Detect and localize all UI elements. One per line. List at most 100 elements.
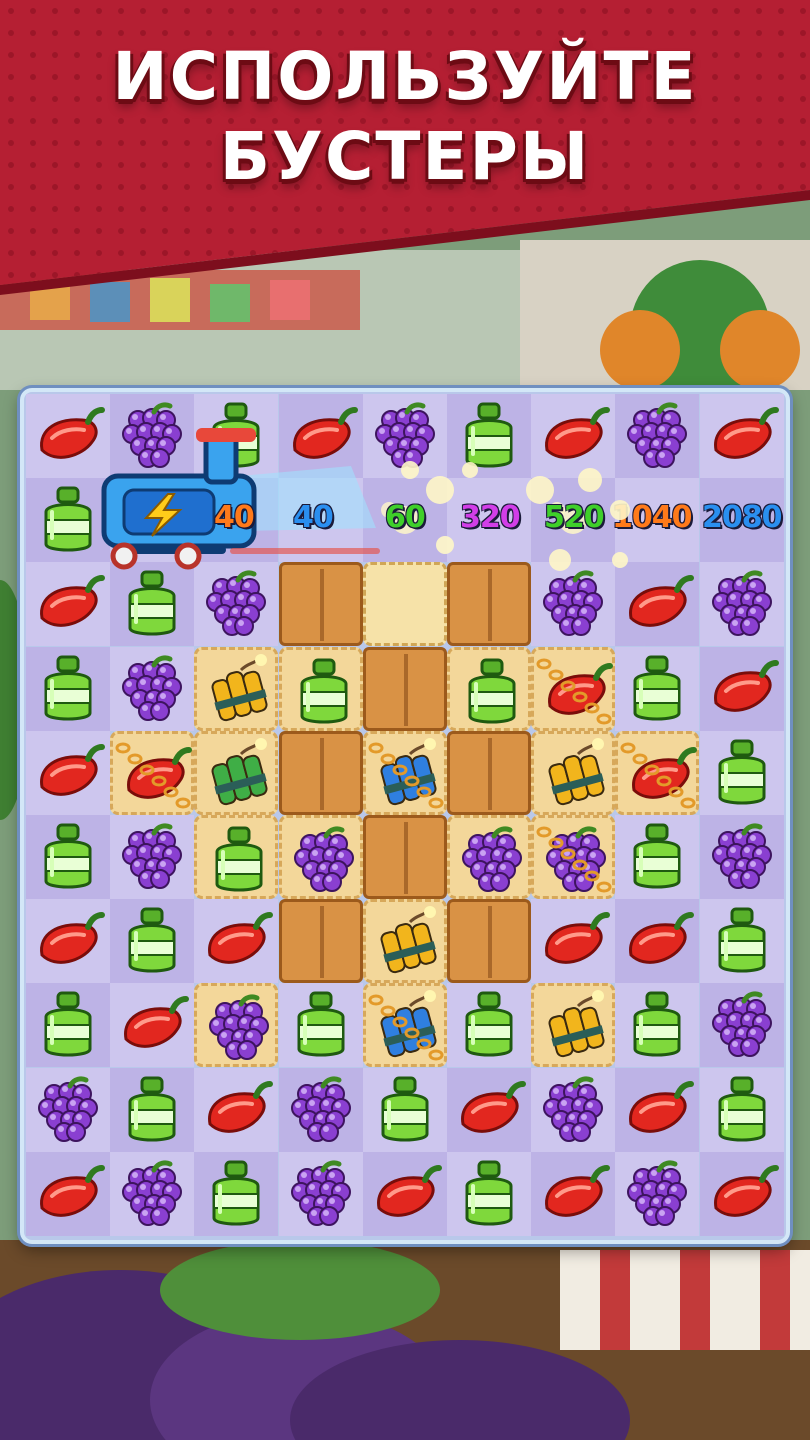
crate-piece-icon: [370, 654, 446, 730]
board-cell-dark[interactable]: [26, 815, 110, 899]
board-cell-light[interactable]: [26, 730, 110, 815]
bottle-piece-icon: [300, 658, 348, 724]
board-cell-dark[interactable]: [110, 899, 195, 984]
pepper-piece-icon: [376, 1164, 442, 1217]
bottle-piece-icon: [465, 1160, 513, 1226]
board-cell-crate[interactable]: [447, 730, 531, 815]
board-cell-light[interactable]: [615, 646, 700, 731]
grapes-piece-icon: [627, 402, 688, 468]
pepper-piece-icon: [713, 659, 779, 712]
oats-piece-icon: [370, 569, 446, 645]
board-cell-dark[interactable]: [615, 394, 700, 478]
board-cell-dark[interactable]: [699, 646, 784, 731]
board-cell-cracker[interactable]: [194, 646, 279, 731]
board-cell-light[interactable]: [278, 983, 363, 1068]
board-cell-cracker[interactable]: [531, 815, 616, 899]
board-cell-cracker[interactable]: [362, 730, 447, 815]
board-cell-light[interactable]: [278, 1151, 363, 1236]
board-cell-light[interactable]: [531, 899, 616, 984]
bottle-piece-icon: [44, 486, 92, 552]
board-cell-dark[interactable]: [278, 1067, 363, 1152]
board-cell-dark[interactable]: [531, 1151, 616, 1236]
board-cell-dark[interactable]: [447, 1067, 531, 1152]
board-cell-crate[interactable]: [278, 730, 363, 815]
board-cell-light[interactable]: [531, 394, 616, 478]
board-cell-cracker[interactable]: [110, 730, 195, 815]
grapes-piece-icon: [293, 826, 354, 892]
board-cell-crate[interactable]: [362, 815, 447, 899]
score-popup: 520: [544, 500, 605, 535]
board-cell-cracker[interactable]: [531, 646, 616, 731]
board-cell-cracker[interactable]: [615, 730, 700, 815]
board-cell-cracker[interactable]: [531, 983, 616, 1068]
board-cell-cracker[interactable]: [194, 815, 279, 899]
board-cell-light[interactable]: [699, 394, 784, 478]
board-cell-light[interactable]: [699, 899, 784, 984]
pepper-piece-icon: [545, 407, 611, 459]
board-cell-dark[interactable]: [26, 983, 110, 1068]
board-cell-dark[interactable]: [26, 646, 110, 731]
board-cell-light[interactable]: [447, 983, 531, 1068]
board-cell-dark[interactable]: [110, 1067, 195, 1152]
bottle-piece-icon: [215, 826, 263, 892]
board-cell-light[interactable]: [110, 983, 195, 1068]
board-cell-dark[interactable]: [615, 1067, 700, 1152]
board-cell-cracker[interactable]: [447, 815, 531, 899]
pepper-piece-icon: [40, 743, 105, 796]
board-cell-cracker[interactable]: [194, 983, 279, 1068]
board-cell-light[interactable]: [615, 983, 700, 1068]
shopping-cart-booster-icon: [101, 428, 380, 570]
board-cell-light[interactable]: [699, 730, 784, 815]
board-cell-crate[interactable]: [362, 646, 447, 731]
score-popup: 40: [293, 500, 334, 535]
board-cell-light[interactable]: [26, 899, 110, 984]
bottle-piece-icon: [465, 991, 513, 1057]
board-cell-crate[interactable]: [447, 562, 531, 647]
board-cell-dark[interactable]: [699, 815, 784, 899]
pepper-piece-icon: [208, 912, 274, 964]
board-cell-light[interactable]: [26, 1067, 110, 1152]
board-cell-dark[interactable]: [362, 1151, 447, 1236]
board-cell-crate[interactable]: [278, 899, 363, 984]
board-cell-dark[interactable]: [194, 1151, 279, 1236]
board-cell-light[interactable]: [447, 1151, 531, 1236]
board-cell-light[interactable]: [615, 815, 700, 899]
board-cell-crate[interactable]: [447, 899, 531, 984]
board-cell-light[interactable]: [615, 1151, 700, 1236]
board-cell-dark[interactable]: [615, 562, 700, 647]
board-cell-light[interactable]: [699, 562, 784, 647]
board-cell-light[interactable]: [110, 1151, 195, 1236]
board-cell-cracker[interactable]: [362, 983, 447, 1068]
crate-piece-icon: [454, 738, 530, 814]
chain-lock-icon: [368, 742, 444, 809]
crate-piece-icon: [286, 906, 362, 982]
board-cell-light[interactable]: [110, 646, 195, 731]
dynamite-yellow-piece-icon: [211, 653, 268, 721]
board-cell-cracker[interactable]: [362, 899, 447, 984]
board-cell-dark[interactable]: [699, 1151, 784, 1236]
board-cell-cracker[interactable]: [278, 815, 363, 899]
grapes-piece-icon: [711, 570, 772, 637]
crate-piece-icon: [454, 569, 530, 645]
grapes-piece-icon: [209, 994, 270, 1061]
grapes-piece-icon: [122, 1160, 183, 1226]
board-cell-dark[interactable]: [26, 1151, 110, 1236]
board-cell-light[interactable]: [194, 899, 279, 984]
grapes-piece-icon: [711, 823, 772, 889]
board-cell-cracker[interactable]: [447, 646, 531, 731]
board-cell-light[interactable]: [110, 815, 195, 899]
board-cell-dark[interactable]: [699, 983, 784, 1068]
board-cell-cracker[interactable]: [194, 730, 279, 815]
board-cell-light[interactable]: [362, 1067, 447, 1152]
pepper-piece-icon: [545, 912, 611, 964]
board-cell-light[interactable]: [194, 1067, 279, 1152]
board-cell-cracker[interactable]: [531, 730, 616, 815]
board-cell-light[interactable]: [699, 1067, 784, 1152]
board-cell-light[interactable]: [531, 1067, 616, 1152]
chain-lock-icon: [368, 994, 444, 1061]
board-cell-cracker[interactable]: [278, 646, 363, 731]
pepper-piece-icon: [629, 912, 695, 964]
board-cell-light[interactable]: [531, 562, 616, 647]
board-cell-dark[interactable]: [447, 394, 531, 478]
board-cell-dark[interactable]: [615, 899, 700, 984]
